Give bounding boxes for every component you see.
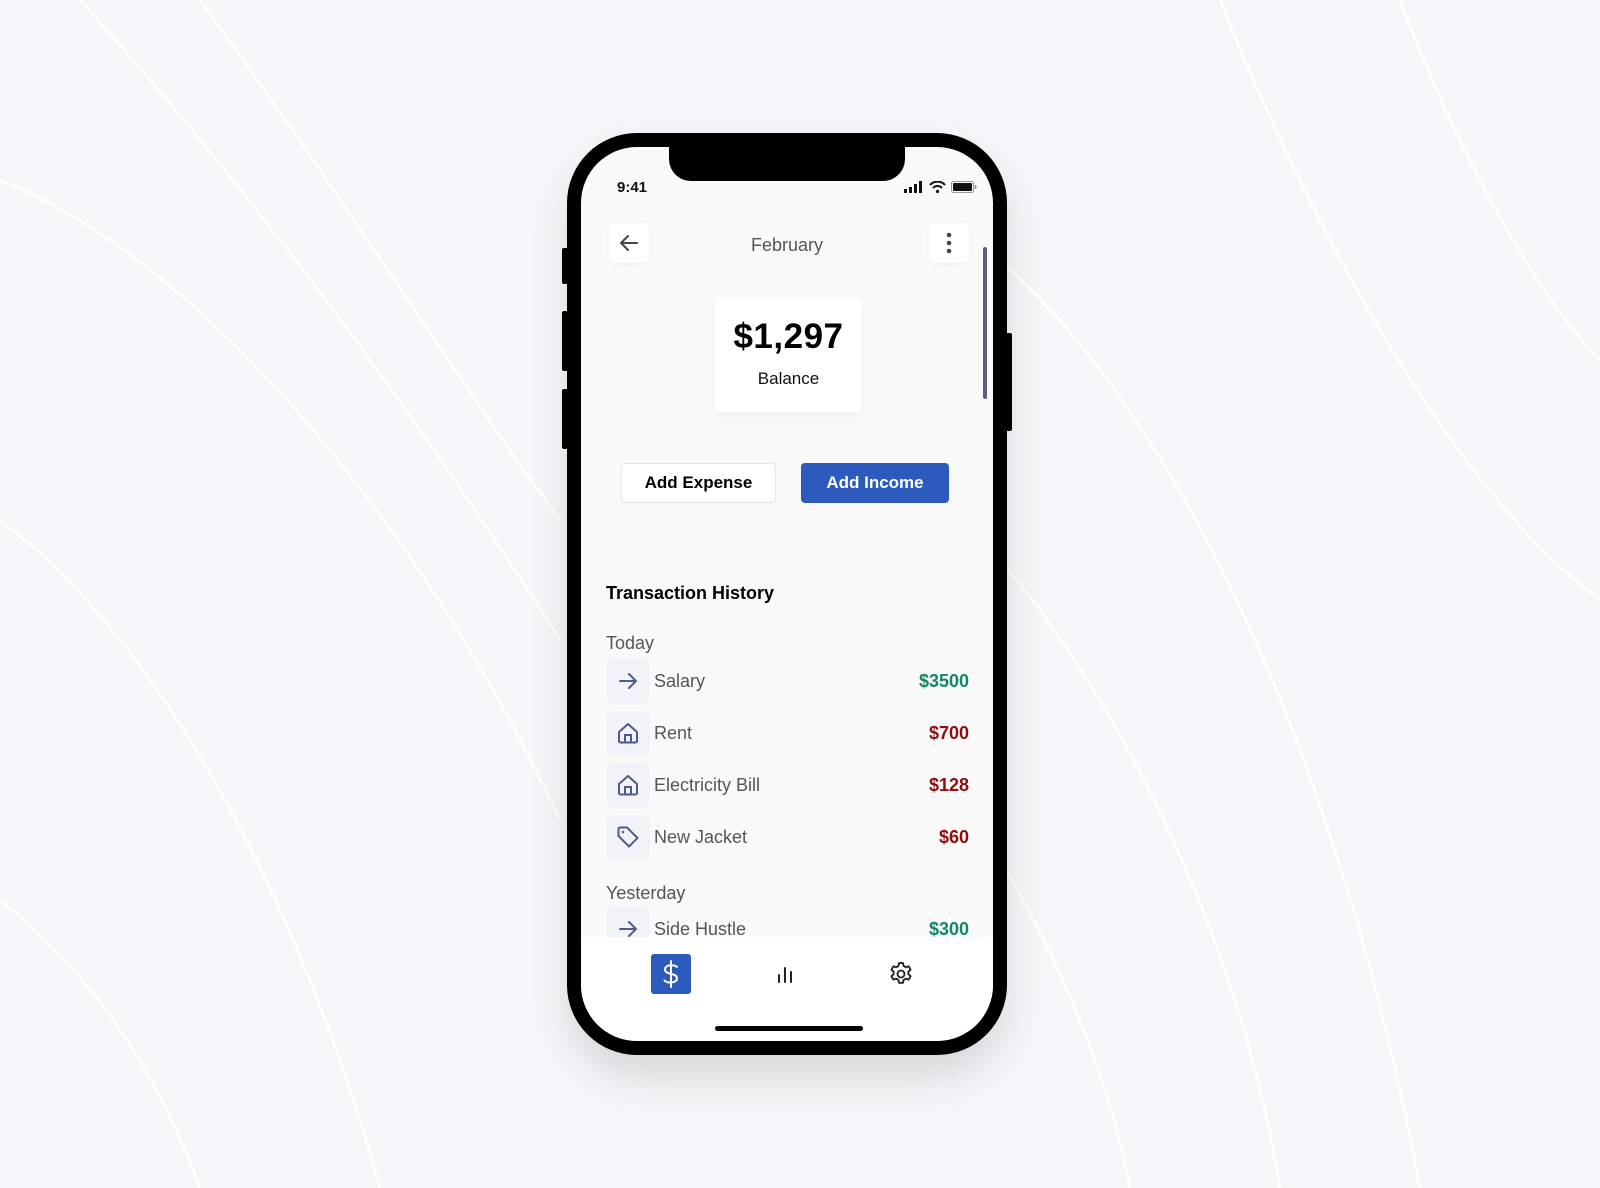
bar-chart-icon bbox=[778, 967, 792, 983]
tx-icon-box bbox=[606, 815, 650, 859]
transaction-name: Rent bbox=[654, 722, 693, 743]
home-icon bbox=[618, 775, 638, 796]
tx-icon-box bbox=[606, 763, 650, 807]
transaction-name: New Jacket bbox=[654, 826, 748, 847]
arrow-right-icon bbox=[619, 673, 637, 689]
transaction-row[interactable]: Rent $700 bbox=[606, 711, 969, 755]
add-income-button[interactable]: Add Income bbox=[801, 463, 949, 503]
wifi-icon bbox=[929, 181, 946, 193]
home-indicator[interactable] bbox=[715, 1026, 863, 1031]
tx-icon-box bbox=[606, 659, 650, 703]
day-label-yesterday: Yesterday bbox=[606, 883, 686, 903]
notch bbox=[669, 147, 905, 181]
balance-amount: $1,297 bbox=[733, 317, 844, 356]
gear-icon bbox=[890, 962, 912, 984]
status-icons bbox=[904, 181, 977, 193]
battery-icon bbox=[951, 181, 977, 193]
more-vertical-icon bbox=[946, 232, 952, 254]
transaction-name: Salary bbox=[654, 670, 706, 691]
dollar-icon bbox=[663, 960, 679, 988]
transaction-amount: $128 bbox=[928, 774, 969, 795]
volume-down-button bbox=[562, 389, 568, 449]
scrollbar[interactable] bbox=[983, 247, 987, 399]
add-expense-button[interactable]: Add Expense bbox=[621, 463, 776, 503]
tx-icon-box bbox=[606, 711, 650, 755]
transaction-amount: $60 bbox=[938, 826, 969, 847]
balance-label: Balance bbox=[757, 369, 820, 388]
volume-up-button bbox=[562, 311, 568, 371]
tab-settings[interactable] bbox=[881, 954, 921, 994]
home-icon bbox=[618, 723, 638, 744]
transaction-name: Electricity Bill bbox=[654, 774, 761, 795]
bottom-nav bbox=[581, 937, 993, 1041]
transaction-row[interactable]: Salary $3500 bbox=[606, 659, 969, 703]
power-button bbox=[1006, 333, 1012, 431]
transaction-row[interactable]: New Jacket $60 bbox=[606, 815, 969, 859]
more-options-button[interactable] bbox=[929, 223, 969, 263]
arrow-right-icon bbox=[619, 921, 637, 937]
transaction-row[interactable]: Electricity Bill $128 bbox=[606, 763, 969, 807]
status-time: 9:41 bbox=[617, 179, 648, 196]
app-screen: 9:41 February $1,297 Balance Add Expense… bbox=[581, 147, 993, 1041]
transaction-history-title: Transaction History bbox=[606, 583, 775, 603]
balance-card: $1,297 Balance bbox=[715, 297, 862, 412]
day-label-today: Today bbox=[606, 633, 655, 653]
signal-icon bbox=[904, 181, 922, 193]
phone-frame: 9:41 February $1,297 Balance Add Expense… bbox=[562, 133, 1012, 1055]
transaction-amount: $700 bbox=[928, 722, 969, 743]
tab-wallet[interactable] bbox=[651, 954, 691, 994]
tab-stats[interactable] bbox=[765, 954, 805, 994]
transaction-amount: $3500 bbox=[918, 670, 969, 691]
tag-icon bbox=[617, 826, 639, 848]
mute-switch bbox=[562, 248, 568, 284]
